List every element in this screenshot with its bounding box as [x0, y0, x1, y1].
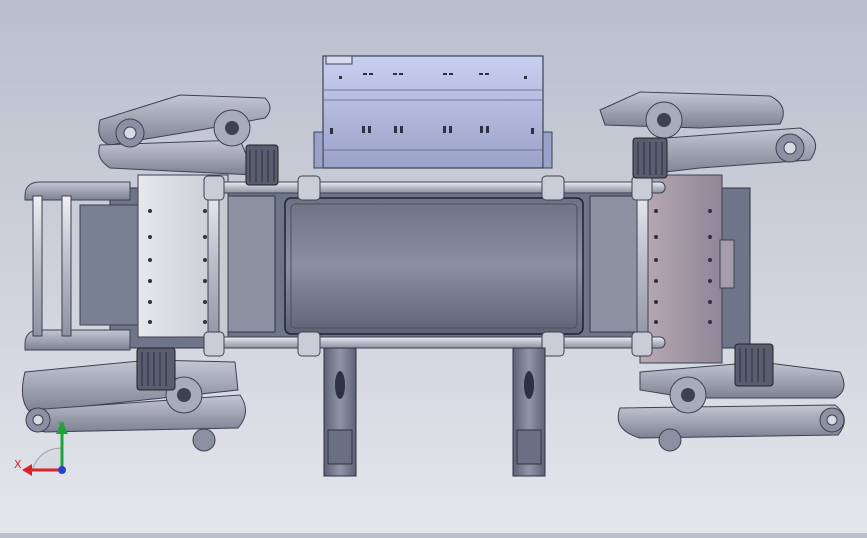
x-axis-label: X — [14, 458, 22, 471]
leg-front-left[interactable] — [98, 94, 279, 186]
lower-strut-right[interactable] — [512, 347, 546, 477]
lower-rail — [209, 336, 666, 349]
left-vertical-rail — [207, 181, 220, 349]
leg-rear-left[interactable] — [21, 347, 246, 452]
z-axis-dot — [58, 466, 66, 474]
cad-viewport[interactable]: Y X — [0, 0, 867, 533]
front-bumper-cage[interactable] — [24, 181, 139, 351]
right-end-plate[interactable] — [639, 174, 735, 364]
upper-rail — [209, 181, 666, 194]
robot-model-view[interactable]: Y X — [0, 0, 867, 533]
leg-front-right[interactable] — [599, 91, 817, 179]
y-axis-label: Y — [57, 420, 65, 433]
lower-strut-left[interactable] — [323, 347, 357, 477]
top-battery-box[interactable] — [313, 55, 553, 169]
right-vertical-rail — [636, 181, 649, 349]
